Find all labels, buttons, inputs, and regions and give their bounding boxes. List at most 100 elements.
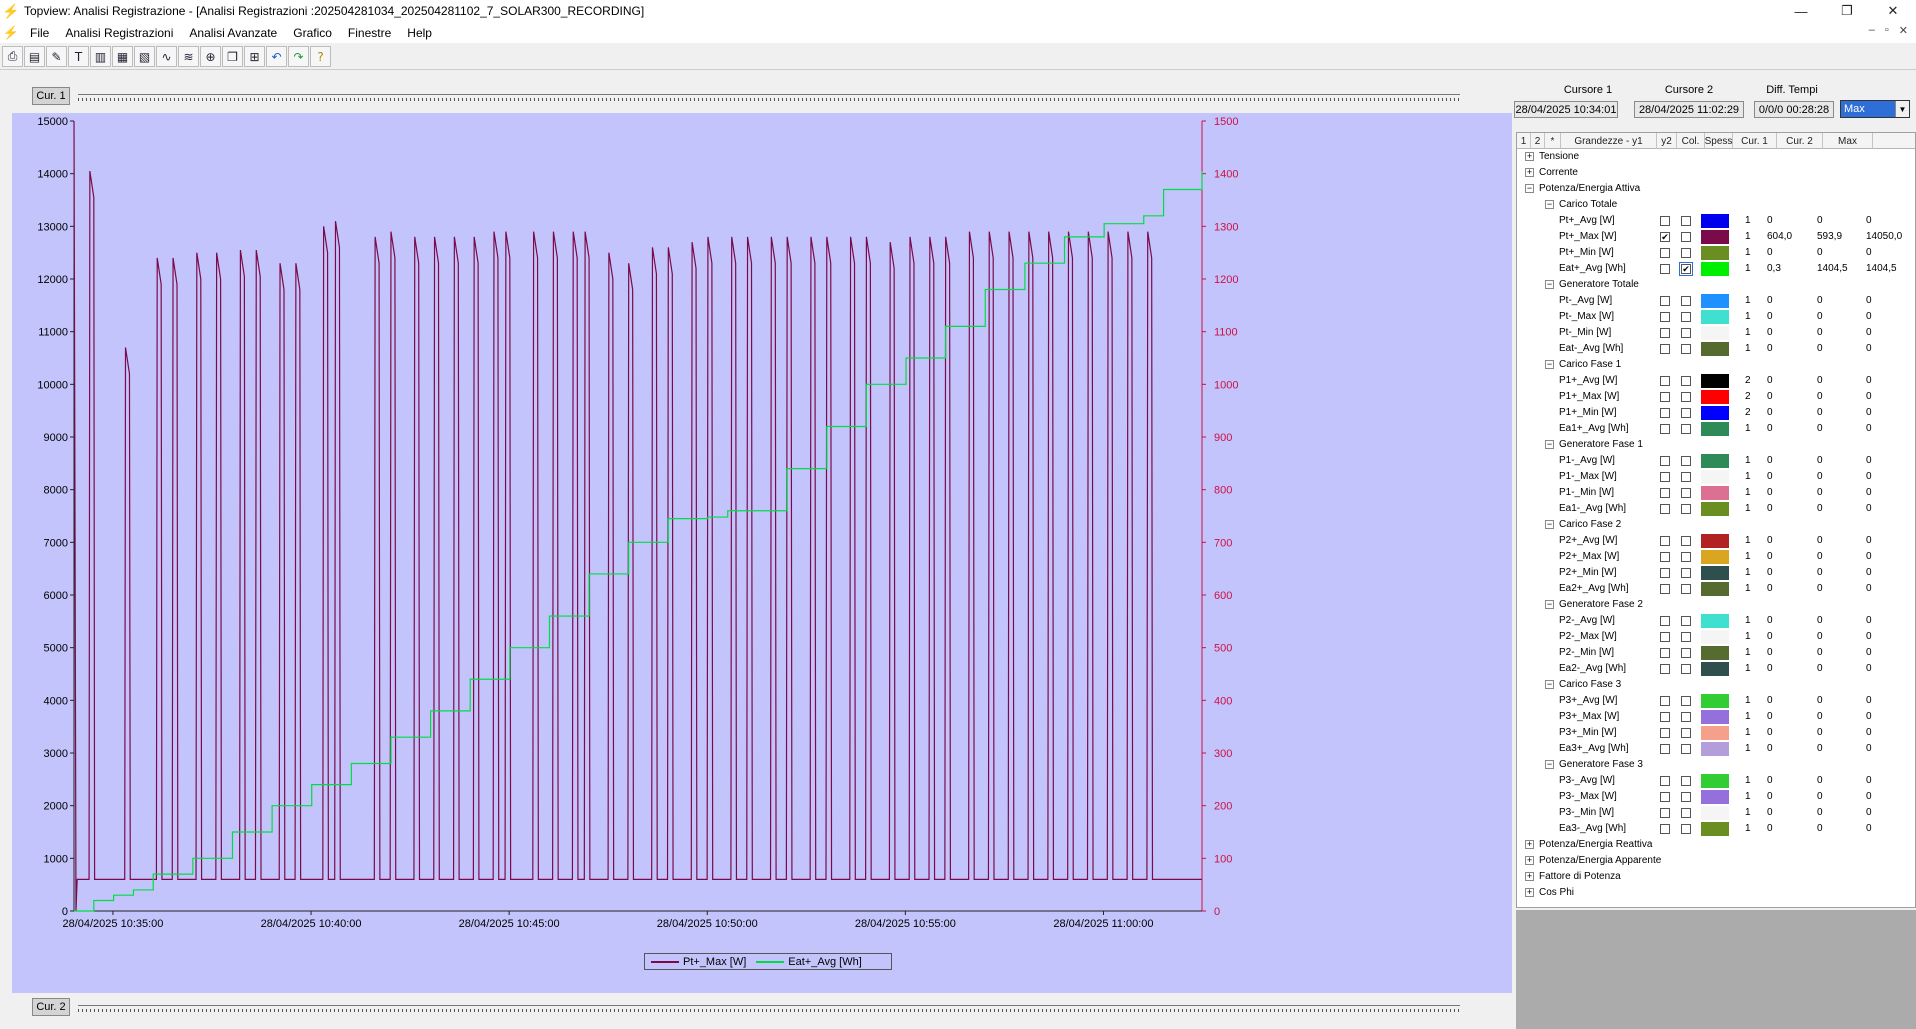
color-swatch[interactable] bbox=[1701, 582, 1729, 596]
color-swatch[interactable] bbox=[1701, 534, 1729, 548]
y1-checkbox[interactable] bbox=[1660, 424, 1670, 434]
export3-icon[interactable]: ▧ bbox=[134, 46, 155, 67]
mdi-restore-icon[interactable]: ▫ bbox=[1885, 24, 1889, 37]
y2-checkbox[interactable] bbox=[1681, 312, 1691, 322]
chart[interactable]: 0100020003000400050006000700080009000100… bbox=[12, 113, 1512, 993]
chart-area[interactable]: 0 1000 2000 3000 4000 5000 6000 7000 8000 9000 100… bbox=[12, 113, 1512, 993]
series-row[interactable]: Ea2-_Avg [Wh] 1 0 0 0 bbox=[1517, 661, 1915, 677]
minimize-icon[interactable]: — bbox=[1778, 0, 1824, 22]
y2-checkbox[interactable] bbox=[1681, 504, 1691, 514]
y2-checkbox[interactable] bbox=[1681, 536, 1691, 546]
y1-checkbox[interactable] bbox=[1660, 456, 1670, 466]
cursor2-button[interactable]: Cur. 2 bbox=[32, 998, 70, 1016]
series-line-ptmax[interactable] bbox=[73, 120, 1202, 912]
document-icon[interactable]: ⚡ bbox=[0, 25, 22, 41]
color-swatch[interactable] bbox=[1701, 246, 1729, 260]
group-row[interactable]: − Generatore Fase 3 bbox=[1517, 757, 1915, 773]
collapse-icon[interactable]: − bbox=[1545, 200, 1554, 209]
zoom-icon[interactable]: ⊕ bbox=[200, 46, 221, 67]
expand-icon[interactable]: + bbox=[1525, 888, 1534, 897]
cursor1-slider[interactable] bbox=[78, 88, 1460, 102]
menu-finestre[interactable]: Finestre bbox=[340, 26, 399, 40]
y1-checkbox[interactable] bbox=[1660, 792, 1670, 802]
y1-checkbox[interactable] bbox=[1660, 696, 1670, 706]
y2-checkbox[interactable] bbox=[1681, 472, 1691, 482]
grid-header-9[interactable]: Max bbox=[1823, 133, 1873, 149]
color-swatch[interactable] bbox=[1701, 646, 1729, 660]
chevron-down-icon[interactable]: ▼ bbox=[1895, 101, 1909, 117]
collapse-icon[interactable]: − bbox=[1525, 184, 1534, 193]
menu-help[interactable]: Help bbox=[399, 26, 440, 40]
color-swatch[interactable] bbox=[1701, 630, 1729, 644]
color-swatch[interactable] bbox=[1701, 326, 1729, 340]
series-row[interactable]: P2-_Max [W] 1 0 0 0 bbox=[1517, 629, 1915, 645]
series-row[interactable]: P2+_Max [W] 1 0 0 0 bbox=[1517, 549, 1915, 565]
color-swatch[interactable] bbox=[1701, 566, 1729, 580]
y1-checkbox[interactable] bbox=[1660, 264, 1670, 274]
group-row[interactable]: − Generatore Fase 2 bbox=[1517, 597, 1915, 613]
series-row[interactable]: P3-_Min [W] 1 0 0 0 bbox=[1517, 805, 1915, 821]
y1-checkbox[interactable]: ✔ bbox=[1660, 232, 1670, 242]
y2-checkbox[interactable]: ✔ bbox=[1679, 262, 1693, 276]
expand-icon[interactable]: + bbox=[1525, 152, 1534, 161]
series-row[interactable]: Ea1+_Avg [Wh] 1 0 0 0 bbox=[1517, 421, 1915, 437]
series-row[interactable]: P1-_Max [W] 1 0 0 0 bbox=[1517, 469, 1915, 485]
y2-checkbox[interactable] bbox=[1681, 728, 1691, 738]
color-swatch[interactable] bbox=[1701, 550, 1729, 564]
y2-checkbox[interactable] bbox=[1681, 408, 1691, 418]
y2-checkbox[interactable] bbox=[1681, 376, 1691, 386]
export2-icon[interactable]: ▦ bbox=[112, 46, 133, 67]
series-row[interactable]: Pt+_Avg [W] 1 0 0 0 bbox=[1517, 213, 1915, 229]
grid-header-5[interactable]: Col. bbox=[1677, 133, 1705, 149]
y2-checkbox[interactable] bbox=[1681, 584, 1691, 594]
mdi-minimize-icon[interactable]: – bbox=[1869, 24, 1875, 37]
preview-icon[interactable]: ▤ bbox=[24, 46, 45, 67]
group-row[interactable]: + Potenza/Energia Apparente bbox=[1517, 853, 1915, 869]
y2-checkbox[interactable] bbox=[1681, 552, 1691, 562]
y2-checkbox[interactable] bbox=[1681, 344, 1691, 354]
color-swatch[interactable] bbox=[1701, 294, 1729, 308]
series-row[interactable]: Ea3-_Avg [Wh] 1 0 0 0 bbox=[1517, 821, 1915, 837]
y2-checkbox[interactable] bbox=[1681, 632, 1691, 642]
series-row[interactable]: P3-_Avg [W] 1 0 0 0 bbox=[1517, 773, 1915, 789]
grid-header-8[interactable]: Cur. 2 bbox=[1777, 133, 1823, 149]
color-swatch[interactable] bbox=[1701, 342, 1729, 356]
series-row[interactable]: Ea2+_Avg [Wh] 1 0 0 0 bbox=[1517, 581, 1915, 597]
series-row[interactable]: P1+_Max [W] 2 0 0 0 bbox=[1517, 389, 1915, 405]
menu-file[interactable]: File bbox=[22, 26, 57, 40]
y1-checkbox[interactable] bbox=[1660, 824, 1670, 834]
cursor1-button[interactable]: Cur. 1 bbox=[32, 87, 70, 105]
color-swatch[interactable] bbox=[1701, 454, 1729, 468]
y2-checkbox[interactable] bbox=[1681, 424, 1691, 434]
cursor2-slider[interactable] bbox=[78, 999, 1460, 1013]
y2-checkbox[interactable] bbox=[1681, 296, 1691, 306]
group-row[interactable]: − Carico Fase 3 bbox=[1517, 677, 1915, 693]
y1-checkbox[interactable] bbox=[1660, 568, 1670, 578]
group-row[interactable]: − Generatore Fase 1 bbox=[1517, 437, 1915, 453]
series-row[interactable]: Eat-_Avg [Wh] 1 0 0 0 bbox=[1517, 341, 1915, 357]
series-row[interactable]: P3-_Max [W] 1 0 0 0 bbox=[1517, 789, 1915, 805]
y1-checkbox[interactable] bbox=[1660, 408, 1670, 418]
mode-select[interactable]: Max ▼ bbox=[1840, 100, 1910, 118]
y1-checkbox[interactable] bbox=[1660, 536, 1670, 546]
color-swatch[interactable] bbox=[1701, 390, 1729, 404]
collapse-icon[interactable]: − bbox=[1545, 760, 1554, 769]
redo-icon[interactable]: ↷ bbox=[288, 46, 309, 67]
settings-icon[interactable]: ✎ bbox=[46, 46, 67, 67]
menu-grafico[interactable]: Grafico bbox=[285, 26, 340, 40]
y1-checkbox[interactable] bbox=[1660, 296, 1670, 306]
collapse-icon[interactable]: − bbox=[1545, 440, 1554, 449]
color-swatch[interactable] bbox=[1701, 310, 1729, 324]
mdi-close-icon[interactable]: ✕ bbox=[1899, 24, 1908, 37]
color-swatch[interactable] bbox=[1701, 806, 1729, 820]
series-row[interactable]: P2+_Min [W] 1 0 0 0 bbox=[1517, 565, 1915, 581]
y1-checkbox[interactable] bbox=[1660, 744, 1670, 754]
y2-checkbox[interactable] bbox=[1681, 248, 1691, 258]
y2-checkbox[interactable] bbox=[1681, 696, 1691, 706]
series-row[interactable]: P2+_Avg [W] 1 0 0 0 bbox=[1517, 533, 1915, 549]
series-row[interactable]: P1+_Min [W] 2 0 0 0 bbox=[1517, 405, 1915, 421]
group-row[interactable]: + Tensione bbox=[1517, 149, 1915, 165]
y2-checkbox[interactable] bbox=[1681, 776, 1691, 786]
series-row[interactable]: P2-_Min [W] 1 0 0 0 bbox=[1517, 645, 1915, 661]
color-swatch[interactable] bbox=[1701, 710, 1729, 724]
